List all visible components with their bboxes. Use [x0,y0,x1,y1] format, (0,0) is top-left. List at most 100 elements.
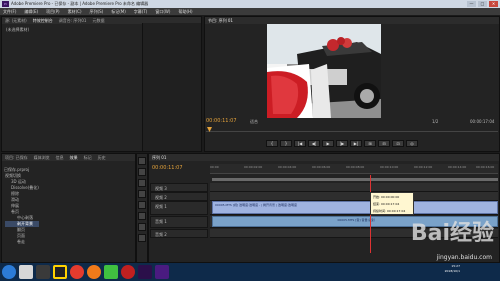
extract-button[interactable]: ⊟ [378,140,390,147]
export-frame-button[interactable]: ⊡ [392,140,404,147]
settings-button[interactable]: ◎ [406,140,418,147]
program-viewer-frame [267,24,381,118]
firefox-icon[interactable] [87,265,101,279]
menu-project[interactable]: 项目(P) [46,8,60,15]
program-duration: 00:00:17:04 [470,119,495,124]
mark-out-button[interactable]: } [280,140,292,147]
tab-sequence[interactable]: 序列 01 [152,154,166,161]
timeline-ruler[interactable]: 00:00 00:00:02:00 00:00:04:00 00:00:06:0… [210,164,498,174]
program-timecode[interactable]: 00:00:11:07 [206,118,237,124]
video-frame-image [267,24,381,118]
baidu-watermark: Bai经验 [410,221,494,246]
track-lane-video1[interactable]: 00005.MTS [视] 透明度:透明度 - | 剥开背景 | 透明度:透明度 [210,201,498,215]
media-icon[interactable] [19,265,33,279]
premiere2-icon[interactable] [155,265,169,279]
video-clip[interactable]: 00005.MTS [视] 透明度:透明度 - | 剥开背景 | 透明度:透明度 [212,201,498,214]
tab-effect-controls[interactable]: 特效控制台 [33,17,53,24]
track-header-audio2[interactable]: 音频 2 [150,229,208,238]
menu-sequence[interactable]: 序列(S) [90,8,104,15]
tick-label: 00:00:02:00 [244,165,263,169]
slip-tool-icon[interactable] [138,201,146,209]
player-icon[interactable] [104,265,118,279]
premiere-app-icon: Pr [2,1,9,7]
hand-tool-icon[interactable] [138,223,146,231]
menu-clip[interactable]: 素材(C) [68,8,82,15]
tools-panel [136,153,148,263]
track-lane-video3[interactable] [210,183,498,192]
ripple-edit-tool-icon[interactable] [138,179,146,187]
menu-edit[interactable]: 编辑(E) [24,8,38,15]
tab-effects[interactable]: 效果 [70,154,78,161]
step-forward-button[interactable]: |▶ [336,140,348,147]
pen-tool-icon[interactable] [138,212,146,220]
clock-date: 2018/10/1 [444,269,460,273]
tick-label: 00:00:12:00 [414,165,433,169]
tab-media-browser[interactable]: 媒体浏览 [34,154,50,161]
tooltip-start: 开始: 00:00:00:00 [373,195,400,199]
timeline-timecode[interactable]: 00:00:11:07 [152,165,183,171]
tick-label: 00:00:14:00 [448,165,467,169]
mark-in-button[interactable]: { [266,140,278,147]
menu-help[interactable]: 帮助(H) [178,8,192,15]
menu-window[interactable]: 窗口(W) [155,8,170,15]
razor-tool-icon[interactable] [138,190,146,198]
track-header-video2[interactable]: 视频 2 [150,192,208,201]
minimize-button[interactable]: — [467,1,476,7]
transport-controls: { } |◀ ◀| ▶ |▶ ▶| ⊞ ⊟ ⊡ ◎ [266,140,418,147]
effects-tree: 视频切换 3D 运动 Dissolve(叠化) 擦除 滑动 伸展 卷页 中心剥落… [5,173,39,245]
program-scrub-ruler[interactable] [206,126,498,132]
title-bar: Adobe Premiere Pro - 已保存 - 副本 | Adobe Pr… [0,0,500,8]
selection-tool-icon[interactable] [138,157,146,165]
clip-tooltip: 开始: 00:00:00:00 结束: 00:00:17:04 持续时间: 00… [370,192,414,215]
tab-metadata[interactable]: 元数据 [92,17,104,24]
go-to-out-button[interactable]: ▶| [350,140,362,147]
lift-button[interactable]: ⊞ [364,140,376,147]
tree-item[interactable]: 卷走 [5,239,39,245]
tooltip-end: 结束: 00:00:17:04 [373,202,400,206]
go-to-in-button[interactable]: |◀ [294,140,306,147]
tick-label: 00:00:06:00 [312,165,331,169]
maximize-button[interactable]: □ [478,1,487,7]
qq-icon[interactable] [53,265,67,279]
track-header-video1[interactable]: 视频 1 [150,201,208,215]
tooltip-duration: 持续时间: 00:00:17:04 [373,209,406,213]
menu-bar: 文件(F) 编辑(E) 项目(P) 素材(C) 序列(S) 标记(M) 字幕(T… [0,8,500,15]
taskbar [0,263,500,281]
track-select-tool-icon[interactable] [138,168,146,176]
tab-audio-mixer[interactable]: 调音台: 序列01 [59,17,87,24]
fit-dropdown[interactable]: 适合 [250,119,258,125]
quality-dropdown[interactable]: 1/2 [432,119,438,124]
video-icon[interactable] [36,265,50,279]
baidu-watermark-url: jingyan.baidu.com [436,254,492,261]
track-lane-video2[interactable] [210,192,498,201]
project-tabs: 项目: 已保存 媒体浏览 信息 效果 标记 历史 [2,154,135,161]
menu-marker[interactable]: 标记(M) [111,8,126,15]
tab-info[interactable]: 信息 [56,154,64,161]
tick-label: 00:00:08:00 [346,165,365,169]
step-back-button[interactable]: ◀| [308,140,320,147]
zoom-tool-icon[interactable] [138,234,146,242]
chrome-icon[interactable] [70,265,84,279]
track-header-video3[interactable]: 视频 3 [150,183,208,192]
play-button[interactable]: ▶ [322,140,334,147]
start-icon[interactable] [2,265,16,279]
tick-label: 00:00 [210,165,219,169]
close-button[interactable]: ✕ [489,1,498,7]
tick-label: 00:00:16:00 [476,165,495,169]
premiere-icon[interactable] [138,265,152,279]
tab-program[interactable]: 节目: 序列 01 [208,17,233,24]
tick-label: 00:00:10:00 [380,165,399,169]
system-clock[interactable]: 15:27 2018/10/1 [445,264,460,274]
window-controls: — □ ✕ [467,1,498,7]
tab-source[interactable]: 源: (无素材) [5,17,27,24]
tab-markers[interactable]: 标记 [84,154,92,161]
record-icon[interactable] [121,265,135,279]
tab-project[interactable]: 项目: 已保存 [5,154,28,161]
track-header-audio1[interactable]: 音频 1 [150,216,208,228]
tab-history[interactable]: 历史 [98,154,106,161]
window-title: Adobe Premiere Pro - 已保存 - 副本 | Adobe Pr… [11,1,149,6]
effect-controls-area [142,23,201,151]
work-area-bar[interactable] [212,178,498,181]
menu-file[interactable]: 文件(F) [3,8,16,15]
menu-title[interactable]: 字幕(T) [134,8,148,15]
